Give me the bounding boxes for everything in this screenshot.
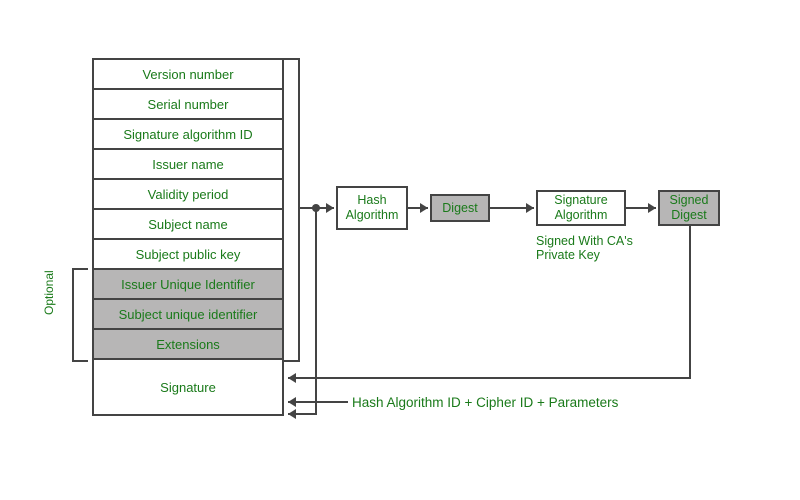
caption-signed-with-ca-key: Signed With CA's Private Key: [536, 234, 633, 262]
node-signed-digest: Signed Digest: [658, 190, 720, 226]
field-serial: Serial number: [94, 88, 282, 118]
footer-label: Hash Algorithm ID + Cipher ID + Paramete…: [352, 395, 618, 410]
node-digest: Digest: [430, 194, 490, 222]
field-extensions: Extensions: [94, 328, 282, 358]
node-hash-algorithm: Hash Algorithm: [336, 186, 408, 230]
field-subject: Subject name: [94, 208, 282, 238]
fields-group-bracket: [284, 58, 300, 362]
field-sig-alg-id: Signature algorithm ID: [94, 118, 282, 148]
field-subject-uid: Subject unique identifier: [94, 298, 282, 328]
optional-label: Optional: [42, 270, 56, 315]
optional-bracket: [72, 268, 88, 362]
field-issuer-uid: Issuer Unique Identifier: [94, 268, 282, 298]
field-version: Version number: [94, 58, 282, 88]
field-signature: Signature: [94, 358, 282, 414]
node-signature-algorithm: Signature Algorithm: [536, 190, 626, 226]
field-validity: Validity period: [94, 178, 282, 208]
field-issuer: Issuer name: [94, 148, 282, 178]
field-subject-pubkey: Subject public key: [94, 238, 282, 268]
certificate-fields-stack: Version number Serial number Signature a…: [92, 58, 284, 416]
